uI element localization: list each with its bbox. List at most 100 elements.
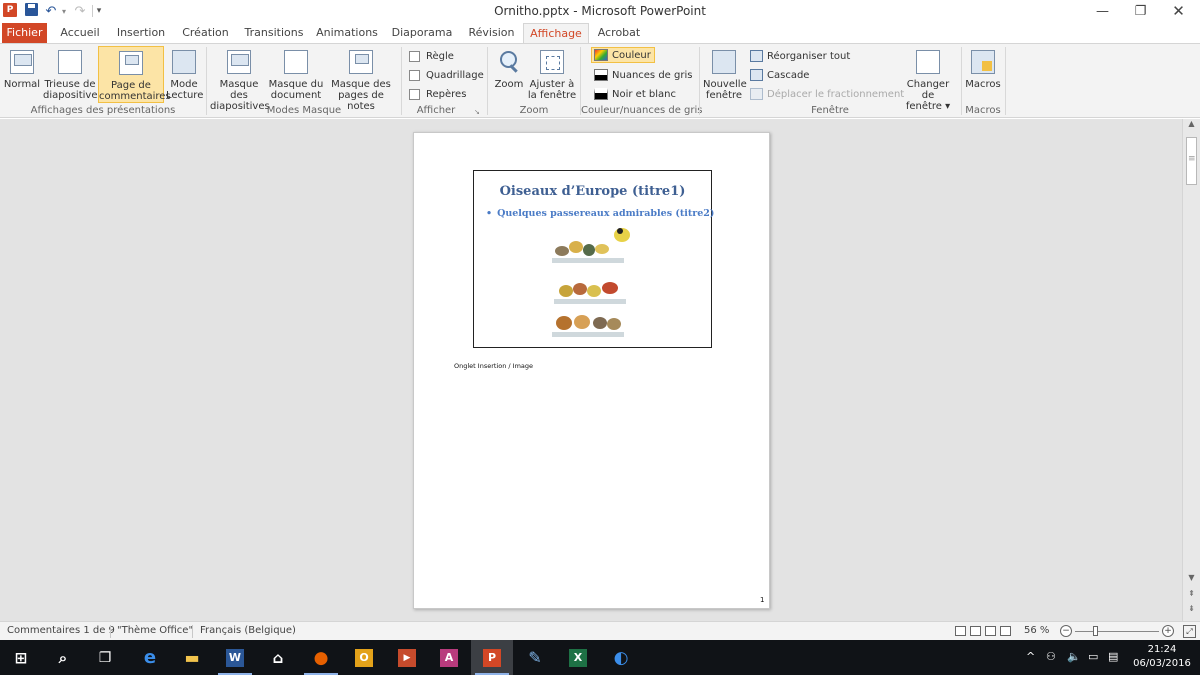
- handout-master-button[interactable]: Masque du document: [268, 46, 324, 103]
- taskbar-media-player-button[interactable]: ▶: [386, 640, 428, 675]
- close-button[interactable]: ✕: [1156, 0, 1200, 22]
- battery-icon[interactable]: ▭: [1088, 650, 1098, 663]
- notifications-icon[interactable]: ▤: [1108, 650, 1118, 663]
- bird: [602, 282, 618, 294]
- new-window-label: Nouvelle fenêtre: [703, 79, 747, 101]
- black-white-button[interactable]: Noir et blanc: [594, 86, 676, 102]
- slide-sorter-button[interactable]: Trieuse de diapositives: [43, 46, 103, 103]
- store-icon: ⌂: [272, 648, 284, 667]
- arrange-all-button[interactable]: Réorganiser tout: [750, 48, 850, 64]
- firefox-icon: ●: [313, 647, 329, 668]
- guides-checkbox[interactable]: Repères: [409, 86, 466, 102]
- reading-view-status-icon[interactable]: [985, 626, 996, 636]
- previous-page-icon[interactable]: ⇞: [1183, 589, 1200, 603]
- taskbar-explorer-button[interactable]: ▬: [171, 640, 213, 675]
- taskbar-store-button[interactable]: ⌂: [257, 640, 299, 675]
- tab-design[interactable]: Création: [178, 23, 233, 43]
- taskbar-paint-button[interactable]: ✎: [514, 640, 556, 675]
- slide-title: Oiseaux d’Europe (titre1): [499, 184, 686, 199]
- guides-check-icon: [409, 88, 420, 100]
- tab-view[interactable]: Affichage: [523, 23, 589, 43]
- slide-thumbnail[interactable]: Oiseaux d’Europe (titre1) • Quelques pass…: [473, 170, 714, 348]
- gridlines-checkbox[interactable]: Quadrillage: [409, 67, 484, 83]
- zoom-in-icon[interactable]: +: [1162, 625, 1174, 637]
- powerpoint-icon: P: [483, 648, 501, 667]
- move-split-button: Déplacer le fractionnement: [750, 86, 904, 102]
- taskbar-firefox-button[interactable]: ●: [300, 640, 342, 675]
- media-player-icon: ▶: [398, 648, 416, 667]
- taskbar-access-button[interactable]: A: [428, 640, 470, 675]
- taskbar-edge-button[interactable]: e: [129, 640, 171, 675]
- zoom-button[interactable]: Zoom: [492, 46, 526, 103]
- cascade-button[interactable]: Cascade: [750, 67, 809, 83]
- fit-to-window-button[interactable]: Ajuster à la fenêtre: [527, 46, 577, 103]
- fit-slide-icon[interactable]: ⤢: [1183, 625, 1196, 638]
- zoom-icon: [497, 50, 521, 74]
- notes-page-label: Page de commentaires: [99, 80, 171, 102]
- slide-sorter-status-icon[interactable]: [970, 626, 981, 636]
- taskbar-excel-button[interactable]: X: [557, 640, 599, 675]
- zoom-slider-thumb[interactable]: [1093, 626, 1099, 636]
- notes-master-icon: [349, 50, 373, 74]
- access-icon: A: [440, 648, 458, 667]
- taskbar-cloud-button[interactable]: ◐: [600, 640, 642, 675]
- taskbar-start-button[interactable]: ⊞: [0, 640, 42, 675]
- tab-slideshow[interactable]: Diaporama: [389, 23, 455, 43]
- slide-master-button[interactable]: Masque des diapositives: [210, 46, 270, 112]
- edge-icon: e: [143, 647, 157, 668]
- normal-view-button[interactable]: Normal: [3, 46, 41, 103]
- slideshow-status-icon[interactable]: [1000, 626, 1011, 636]
- tab-insert[interactable]: Insertion: [112, 23, 170, 43]
- notes-page-button[interactable]: Page de commentaires: [98, 46, 171, 103]
- tab-file[interactable]: Fichier: [2, 23, 47, 43]
- color-button[interactable]: Couleur: [591, 47, 655, 63]
- notes-page[interactable]: Oiseaux d’Europe (titre1) • Quelques pass…: [413, 132, 770, 609]
- tab-home[interactable]: Accueil: [55, 23, 105, 43]
- zoom-out-icon[interactable]: −: [1060, 625, 1072, 637]
- taskbar-search-button[interactable]: ⌕: [42, 640, 84, 675]
- scroll-down-icon[interactable]: ▼: [1183, 573, 1200, 587]
- network-icon[interactable]: ⚇: [1046, 650, 1056, 663]
- taskbar-word-button[interactable]: W: [214, 640, 256, 675]
- shelf: [552, 332, 624, 337]
- normal-view-status-icon[interactable]: [955, 626, 966, 636]
- volume-icon[interactable]: 🔈: [1067, 650, 1081, 663]
- language[interactable]: Français (Belgique): [200, 625, 296, 636]
- group-separator: [487, 47, 488, 115]
- switch-windows-button[interactable]: Changer de fenêtre ▾: [899, 46, 957, 112]
- tab-review[interactable]: Révision: [464, 23, 519, 43]
- notes-page-icon: [119, 51, 143, 75]
- macros-button[interactable]: Macros: [964, 46, 1002, 103]
- group-label-master-views: Modes Masque: [266, 105, 342, 116]
- zoom-slider-track[interactable]: [1075, 631, 1159, 632]
- show-dialog-launcher-icon[interactable]: ↘: [474, 108, 482, 116]
- tray-clock[interactable]: 21:24 06/03/2016: [1130, 643, 1194, 671]
- ruler-label: Règle: [426, 50, 454, 62]
- next-page-icon[interactable]: ⇟: [1183, 604, 1200, 618]
- tab-animations[interactable]: Animations: [314, 23, 380, 43]
- taskbar-task-view-button[interactable]: ❐: [84, 640, 126, 675]
- ruler-checkbox[interactable]: Règle: [409, 48, 454, 64]
- group-label-show: Afficher: [416, 105, 456, 116]
- tray-overflow-icon[interactable]: ^: [1026, 650, 1035, 663]
- guides-label: Repères: [426, 88, 467, 100]
- gridlines-check-icon: [409, 69, 420, 81]
- notes-text[interactable]: Onglet Insertion / Image: [454, 362, 533, 370]
- scroll-thumb[interactable]: [1186, 137, 1197, 185]
- reading-view-button[interactable]: Mode Lecture: [166, 46, 203, 103]
- bird: [556, 316, 572, 330]
- new-window-button[interactable]: Nouvelle fenêtre: [703, 46, 747, 103]
- scroll-up-icon[interactable]: ▲: [1183, 119, 1200, 133]
- vertical-scrollbar[interactable]: ▲ ▼ ⇞ ⇟: [1182, 119, 1200, 621]
- taskbar-outlook-button[interactable]: O: [343, 640, 385, 675]
- bird: [583, 244, 595, 256]
- tab-acrobat[interactable]: Acrobat: [593, 23, 645, 43]
- taskbar-powerpoint-button[interactable]: P: [471, 640, 513, 675]
- tab-transitions[interactable]: Transitions: [241, 23, 307, 43]
- shelf: [552, 258, 624, 263]
- grayscale-button[interactable]: Nuances de gris: [594, 67, 692, 83]
- notes-page-workspace[interactable]: Oiseaux d’Europe (titre1) • Quelques pass…: [0, 119, 1182, 621]
- zoom-percentage[interactable]: 56 %: [1024, 625, 1049, 636]
- notes-master-button[interactable]: Masque des pages de notes: [325, 46, 397, 112]
- cascade-icon: [750, 69, 763, 81]
